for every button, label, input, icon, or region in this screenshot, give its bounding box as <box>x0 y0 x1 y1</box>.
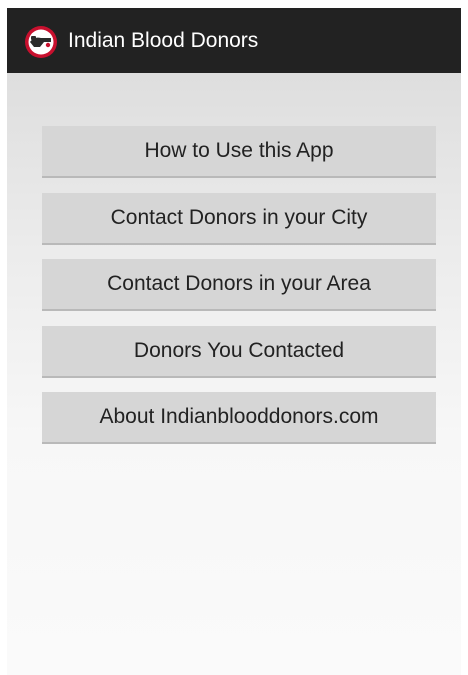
about-button[interactable]: About Indianblooddonors.com <box>42 392 436 444</box>
app-logo-icon[interactable] <box>24 25 58 59</box>
contact-donors-city-button[interactable]: Contact Donors in your City <box>42 193 436 245</box>
how-to-use-button[interactable]: How to Use this App <box>42 126 436 178</box>
app-screen: Indian Blood Donors How to Use this App … <box>0 0 468 675</box>
main-content: How to Use this App Contact Donors in yo… <box>7 73 461 675</box>
action-bar: Indian Blood Donors <box>7 8 461 73</box>
donors-contacted-button[interactable]: Donors You Contacted <box>42 326 436 378</box>
contact-donors-area-button[interactable]: Contact Donors in your Area <box>42 259 436 311</box>
app-title: Indian Blood Donors <box>68 29 259 52</box>
